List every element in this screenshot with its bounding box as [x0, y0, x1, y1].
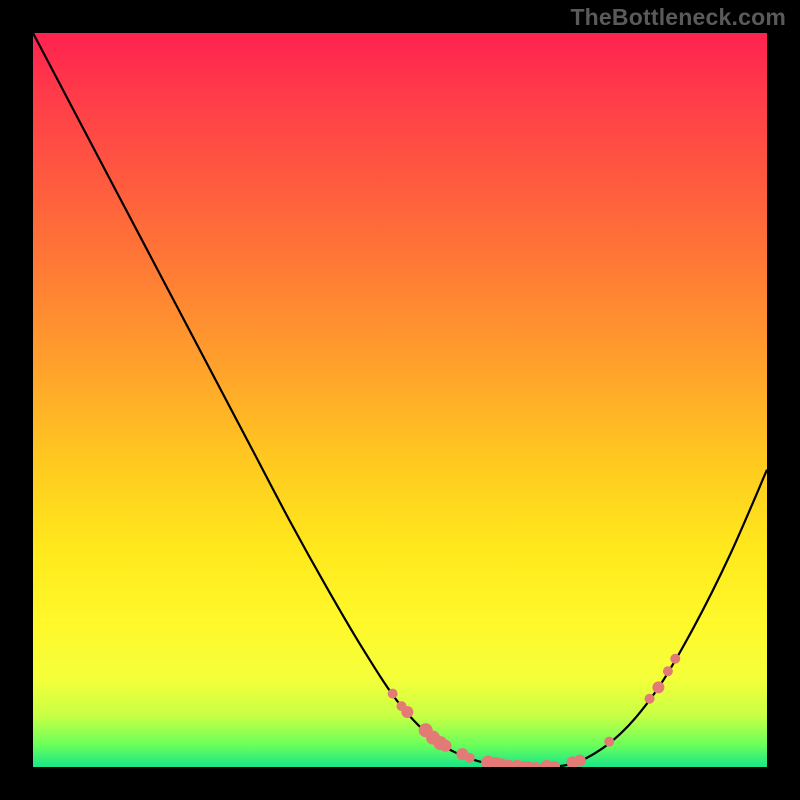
curve-marker [670, 654, 680, 664]
curve-layer [33, 33, 767, 767]
curve-marker [604, 737, 614, 747]
curve-marker [663, 666, 673, 676]
plot-area [33, 33, 767, 767]
curve-marker [465, 753, 475, 763]
curve-marker [388, 689, 398, 699]
curve-marker [440, 740, 452, 752]
bottleneck-curve [33, 33, 767, 767]
curve-marker [652, 681, 664, 693]
chart-stage: TheBottleneck.com [0, 0, 800, 800]
curve-marker [645, 694, 655, 704]
curve-marker [401, 706, 413, 718]
attribution-label: TheBottleneck.com [570, 4, 786, 31]
curve-markers [388, 654, 681, 767]
curve-marker [574, 755, 586, 767]
